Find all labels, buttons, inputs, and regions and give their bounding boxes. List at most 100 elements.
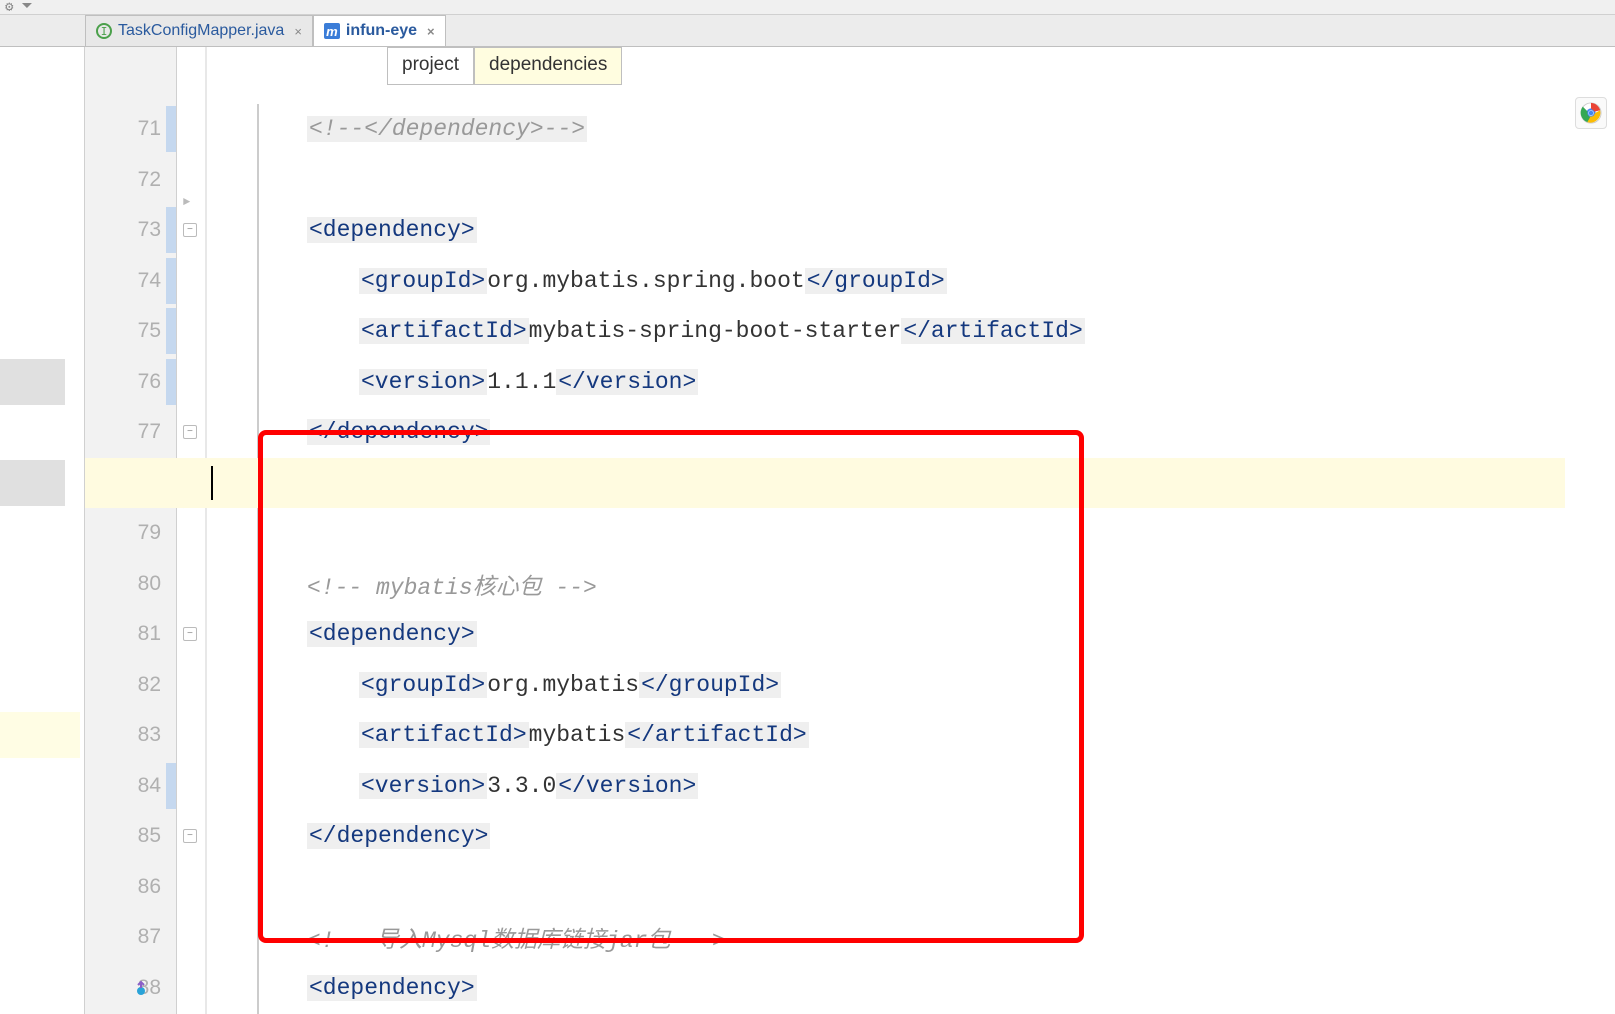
code-line[interactable]: </dependency> (207, 407, 1565, 458)
line-number: 77 (138, 420, 161, 444)
code-token: </artifactId> (901, 318, 1084, 344)
code-token: <artifactId> (359, 722, 529, 748)
code-token: </groupId> (805, 268, 947, 294)
gutter-line: 87 (85, 912, 176, 963)
breadcrumb-project[interactable]: project (387, 47, 474, 85)
code-token: <dependency> (307, 975, 477, 1001)
editor-container: 717273747576777879808182838485868788 −−−… (0, 47, 1615, 1014)
margin-mark (0, 712, 80, 758)
change-mark (166, 258, 176, 304)
code-token: mybatis-spring-boot-starter (529, 318, 902, 344)
line-number: 76 (138, 370, 161, 394)
code-line[interactable]: <!-- 导入Mysql数据库链接jar包 --> (207, 912, 1565, 963)
line-number: 85 (138, 824, 161, 848)
line-number: 82 (138, 673, 161, 697)
breadcrumb-dependencies[interactable]: dependencies (474, 47, 622, 85)
code-line[interactable]: <groupId>org.mybatis</groupId> (207, 660, 1565, 711)
maven-icon: m (324, 23, 340, 39)
code-line[interactable]: <groupId>org.mybatis.spring.boot</groupI… (207, 256, 1565, 307)
margin-mark (0, 359, 65, 405)
gutter-line: 71 (85, 104, 176, 155)
left-margin (0, 47, 85, 1014)
gutter-line: 80 (85, 559, 176, 610)
tab-infun-eye[interactable]: m infun-eye × (313, 15, 446, 46)
code-line[interactable] (207, 458, 1565, 509)
code-token: org.mybatis.spring.boot (487, 268, 804, 294)
code-line[interactable]: </dependency> (207, 811, 1565, 862)
code-token: org.mybatis (487, 672, 639, 698)
code-line[interactable]: <dependency> (207, 963, 1565, 1014)
code-line[interactable]: <version>3.3.0</version> (207, 761, 1565, 812)
line-number: 71 (138, 117, 161, 141)
right-gutter (1565, 47, 1615, 1014)
code-line[interactable] (207, 862, 1565, 913)
line-number: 81 (138, 622, 161, 646)
code-token: </artifactId> (625, 722, 808, 748)
line-number: 79 (138, 521, 161, 545)
interface-icon: I (96, 23, 112, 39)
code-line[interactable]: <dependency> (207, 609, 1565, 660)
fold-handle[interactable]: − (183, 425, 197, 439)
gutter-line: 77 (85, 407, 176, 458)
code-token: <!-- 导入Mysql数据库链接jar包 --> (307, 928, 726, 954)
line-number: 72 (138, 168, 161, 192)
code-token: <!--</dependency>--> (307, 116, 587, 142)
code-line[interactable]: <artifactId>mybatis-spring-boot-starter<… (207, 306, 1565, 357)
gutter-line: 73 (85, 205, 176, 256)
chrome-icon[interactable] (1575, 97, 1607, 129)
gutter-line: 83 (85, 710, 176, 761)
gutter-line: 84 (85, 761, 176, 812)
tab-taskconfigmapper[interactable]: I TaskConfigMapper.java × (85, 15, 313, 46)
close-icon[interactable]: × (427, 24, 435, 39)
code-line[interactable] (207, 508, 1565, 559)
gutter-line: 81 (85, 609, 176, 660)
code-line[interactable]: <artifactId>mybatis</artifactId> (207, 710, 1565, 761)
margin-mark (0, 460, 65, 506)
gear-icon[interactable]: ⚙ (5, 0, 13, 16)
editor-tabs: I TaskConfigMapper.java × m infun-eye × (0, 15, 1615, 47)
code-token: 1.1.1 (487, 369, 556, 395)
fold-handle[interactable]: − (183, 829, 197, 843)
fold-handle[interactable]: − (183, 627, 197, 641)
fold-arrow-icon[interactable]: ► (183, 195, 190, 209)
change-mark (166, 308, 176, 354)
tab-label-1: infun-eye (346, 22, 417, 40)
code-token: </dependency> (307, 823, 490, 849)
change-mark (166, 106, 176, 152)
code-token: <artifactId> (359, 318, 529, 344)
gutter-line: 72 (85, 155, 176, 206)
close-icon[interactable]: × (294, 24, 302, 39)
gutter-line: 86 (85, 862, 176, 913)
change-mark (166, 763, 176, 809)
gutter-line: 75 (85, 306, 176, 357)
gutter-line: 82 (85, 660, 176, 711)
change-mark (166, 359, 176, 405)
code-line[interactable] (207, 155, 1565, 206)
change-mark (166, 207, 176, 253)
gutter-line: 79 (85, 508, 176, 559)
gutter-line: 88 (85, 963, 176, 1014)
code-token: </version> (556, 773, 698, 799)
code-area[interactable]: project dependencies <!--</dependency>--… (207, 47, 1565, 1014)
line-number: 80 (138, 572, 161, 596)
override-icon[interactable] (133, 980, 149, 996)
gutter: 717273747576777879808182838485868788 (85, 47, 177, 1014)
code-line[interactable]: <dependency> (207, 205, 1565, 256)
code-line[interactable]: <!-- mybatis核心包 --> (207, 559, 1565, 610)
code-token: </dependency> (307, 419, 490, 445)
line-number: 87 (138, 925, 161, 949)
tab-label-0: TaskConfigMapper.java (118, 22, 284, 40)
code-line[interactable]: <version>1.1.1</version> (207, 357, 1565, 408)
code-token: <dependency> (307, 621, 477, 647)
breadcrumb: project dependencies (387, 47, 622, 85)
line-number: 75 (138, 319, 161, 343)
code-line[interactable]: <!--</dependency>--> (207, 104, 1565, 155)
line-number: 73 (138, 218, 161, 242)
code-token: <dependency> (307, 217, 477, 243)
code-token: <version> (359, 369, 487, 395)
code-token: </groupId> (639, 672, 781, 698)
code-token: <groupId> (359, 268, 487, 294)
line-number: 74 (138, 269, 161, 293)
dropdown-icon[interactable]: ⏷ (21, 0, 32, 15)
fold-handle[interactable]: − (183, 223, 197, 237)
